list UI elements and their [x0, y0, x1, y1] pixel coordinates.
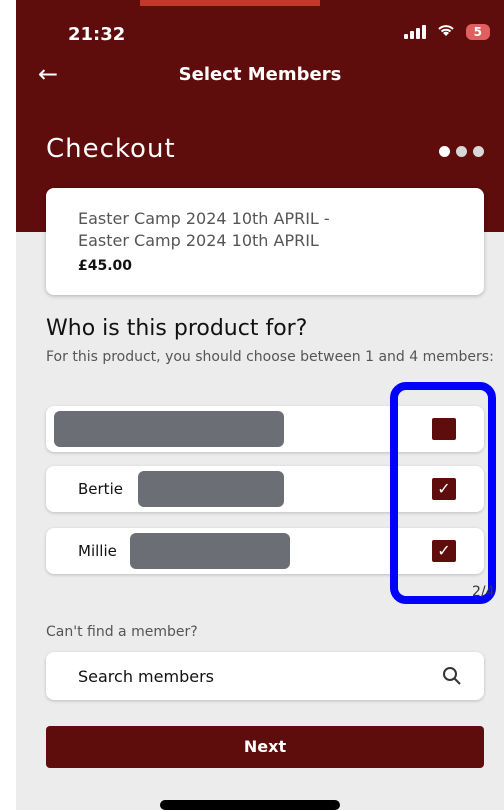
page-title: Select Members — [178, 64, 342, 85]
battery-icon: 5 — [465, 24, 490, 40]
top-accent-bar — [140, 0, 320, 6]
product-card: Easter Camp 2024 10th APRIL - Easter Cam… — [46, 188, 484, 295]
step-indicator — [439, 146, 484, 157]
wifi-icon — [436, 22, 456, 42]
step-dot — [456, 146, 467, 157]
step-dot — [473, 146, 484, 157]
status-time: 21:32 — [68, 24, 126, 45]
nav-bar: ← Select Members — [16, 54, 504, 100]
next-button[interactable]: Next — [46, 726, 484, 768]
step-dot-active — [439, 146, 450, 157]
signal-icon — [403, 25, 426, 39]
search-box[interactable] — [46, 652, 484, 700]
question-subtitle: For this product, you should choose betw… — [46, 349, 494, 365]
product-price: £45.00 — [78, 258, 133, 274]
redacted-name — [54, 411, 284, 447]
redacted-name — [138, 471, 284, 507]
home-indicator — [160, 800, 340, 810]
product-name: Easter Camp 2024 10th APRIL - Easter Cam… — [78, 209, 330, 250]
member-name: Bertie — [78, 480, 123, 498]
checkbox-highlight-box — [390, 382, 496, 604]
search-input[interactable] — [76, 660, 410, 692]
status-bar: 21:32 5 — [16, 16, 504, 52]
member-name: Millie — [78, 542, 117, 560]
question-title: Who is this product for? — [46, 316, 308, 341]
search-icon[interactable] — [442, 666, 462, 690]
redacted-name — [130, 533, 290, 569]
status-icons: 5 — [403, 22, 490, 42]
app-screen: 21:32 5 ← Select Members Checkout Easter… — [16, 0, 504, 810]
checkout-heading: Checkout — [46, 134, 176, 164]
cant-find-label: Can't find a member? — [46, 624, 198, 640]
selection-count: 2/4 — [472, 584, 495, 600]
